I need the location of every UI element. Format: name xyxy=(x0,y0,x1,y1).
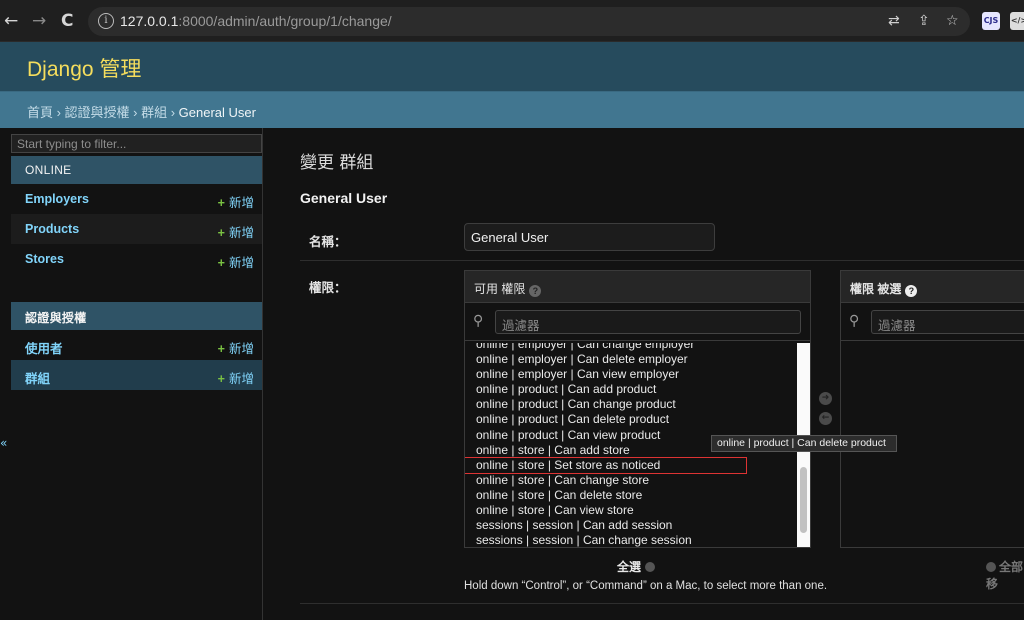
list-item[interactable]: online | employer | Can delete employer xyxy=(465,352,810,367)
site-info-icon[interactable]: i xyxy=(98,13,114,29)
plus-icon: + xyxy=(217,372,225,386)
add-employer-link[interactable]: + 新增 xyxy=(218,192,254,211)
list-item[interactable]: online | store | Can view store xyxy=(465,503,810,518)
form-row-name: 名稱： General User xyxy=(300,216,1024,261)
plus-icon: + xyxy=(217,342,225,356)
page-title: 變更 群組 xyxy=(300,153,374,173)
permissions-label: 權限： xyxy=(309,280,347,295)
sidebar-item-stores[interactable]: Stores + 新增 xyxy=(11,244,262,274)
scrollbar-thumb[interactable] xyxy=(800,467,807,533)
name-label: 名稱： xyxy=(309,234,347,249)
address-bar[interactable]: i 127.0.0.1:8000/admin/auth/group/1/chan… xyxy=(88,7,970,36)
browser-toolbar: ← → C i 127.0.0.1:8000/admin/auth/group/… xyxy=(0,0,1024,42)
available-filter-input[interactable]: 過濾器 xyxy=(495,310,801,334)
list-item[interactable]: online | product | Can change product xyxy=(465,397,810,412)
remove-all-icon xyxy=(986,562,996,572)
plus-icon: + xyxy=(217,196,225,210)
nav-sidebar: Start typing to filter... ONLINE Employe… xyxy=(0,128,263,620)
remove-all-link[interactable]: 全部移 xyxy=(986,558,1024,592)
cjs-extension-icon[interactable]: CJS xyxy=(982,12,1000,30)
list-item[interactable]: sessions | session | Can change session xyxy=(465,533,810,547)
sidebar-item-label[interactable]: 群組 xyxy=(25,368,50,387)
available-filter-row: ⚲ 過濾器 xyxy=(465,303,810,341)
sidebar-item-label[interactable]: Products xyxy=(25,222,79,236)
sidebar-item-employers[interactable]: Employers + 新增 xyxy=(11,184,262,214)
add-product-link[interactable]: + 新增 xyxy=(218,222,254,241)
add-store-link[interactable]: + 新增 xyxy=(218,252,254,271)
sidebar-item-groups[interactable]: 群組 + 新增 xyxy=(11,360,262,390)
choose-all-icon xyxy=(645,562,656,572)
option-tooltip: online | product | Can delete product xyxy=(711,435,897,452)
list-item[interactable]: online | product | Can add product xyxy=(465,382,810,397)
breadcrumb: 首頁 › 認證與授權 › 群組 › General User xyxy=(0,91,1024,128)
back-icon[interactable]: ← xyxy=(4,11,18,31)
nav-filter-input[interactable]: Start typing to filter... xyxy=(11,134,262,153)
breadcrumb-trail[interactable]: 首頁 › 認證與授權 › 群組 › General User xyxy=(27,102,256,121)
url-text[interactable]: 127.0.0.1:8000/admin/auth/group/1/change… xyxy=(120,13,392,29)
help-text: Hold down “Control”, or “Command” on a M… xyxy=(464,580,828,592)
add-selected-arrow-icon[interactable]: ➜ xyxy=(819,392,832,405)
list-item[interactable]: online | product | Can delete product xyxy=(465,412,810,427)
search-icon: ⚲ xyxy=(473,313,484,329)
object-title: General User xyxy=(300,190,388,206)
bookmark-star-icon[interactable]: ☆ xyxy=(946,13,959,29)
translate-icon[interactable]: ⇄ xyxy=(888,13,900,29)
chosen-permissions-title: 權限 被選? xyxy=(841,271,1024,303)
available-permissions-title: 可用 權限? xyxy=(465,271,810,303)
search-icon: ⚲ xyxy=(849,313,860,329)
available-permissions-box: 可用 權限? ⚲ 過濾器 online | employer | Can cha… xyxy=(464,270,811,548)
chosen-filter-row: ⚲ 過濾器 xyxy=(841,303,1024,341)
list-item[interactable]: sessions | session | Can add session xyxy=(465,518,810,533)
sidebar-item-label[interactable]: Employers xyxy=(25,192,89,206)
sidebar-item-users[interactable]: 使用者 + 新增 xyxy=(11,330,262,360)
site-header: Django 管理 xyxy=(0,42,1024,91)
sidebar-item-label[interactable]: Stores xyxy=(25,252,64,266)
list-item[interactable]: online | store | Can delete store xyxy=(465,488,810,503)
list-item[interactable]: online | store | Can change store xyxy=(465,473,810,488)
help-icon[interactable]: ? xyxy=(905,285,918,297)
list-item[interactable]: online | employer | Can view employer xyxy=(465,367,810,382)
chosen-permissions-box: 權限 被選? ⚲ 過濾器 xyxy=(840,270,1024,548)
plus-icon: + xyxy=(217,226,225,240)
app-module-auth: 認證與授權 使用者 + 新增 群組 + 新增 xyxy=(11,302,262,390)
add-user-link[interactable]: + 新增 xyxy=(218,338,254,357)
reload-icon[interactable]: C xyxy=(61,11,73,31)
sidebar-item-products[interactable]: Products + 新增 xyxy=(11,214,262,244)
app-module-online: ONLINE Employers + 新增 Products + 新增 Stores… xyxy=(11,156,262,274)
plus-icon: + xyxy=(217,256,225,270)
name-field[interactable]: General User xyxy=(464,223,715,251)
help-icon[interactable]: ? xyxy=(529,285,542,297)
remove-selected-arrow-icon[interactable]: ← xyxy=(819,412,832,425)
sidebar-item-label[interactable]: 使用者 xyxy=(25,338,63,357)
share-icon[interactable]: ⇪ xyxy=(918,13,930,29)
forward-icon[interactable]: → xyxy=(32,11,46,31)
code-extension-icon[interactable]: </> xyxy=(1010,12,1024,30)
list-item[interactable]: online | employer | Can change employer xyxy=(465,343,810,352)
choose-all-link[interactable]: 全選 xyxy=(617,558,656,575)
module-caption-online[interactable]: ONLINE xyxy=(11,156,262,184)
chosen-filter-input[interactable]: 過濾器 xyxy=(871,310,1024,334)
site-brand-link[interactable]: Django 管理 xyxy=(27,53,141,83)
add-group-link[interactable]: + 新增 xyxy=(218,368,254,387)
module-caption-auth[interactable]: 認證與授權 xyxy=(11,302,262,330)
list-item-highlighted[interactable]: online | store | Set store as noticed xyxy=(465,456,747,474)
collapse-sidebar-icon[interactable]: « xyxy=(0,436,7,450)
